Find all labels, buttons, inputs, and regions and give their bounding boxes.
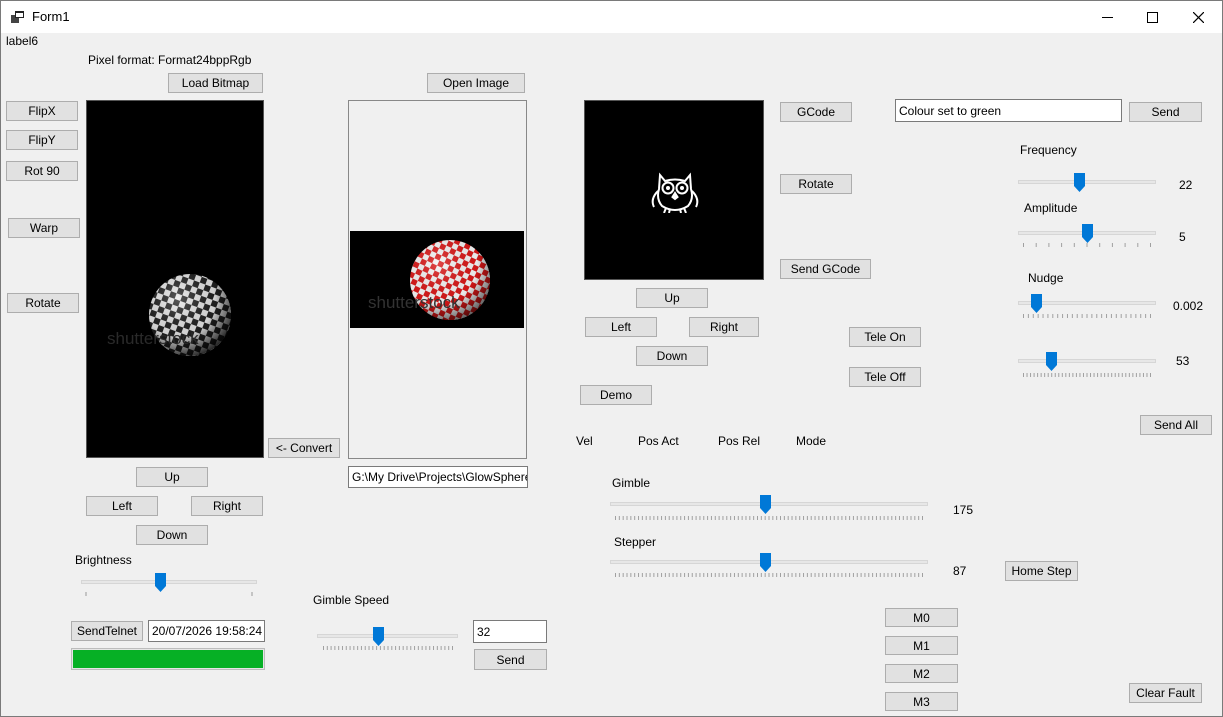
flipy-button[interactable]: FlipY xyxy=(6,130,78,150)
stepper-value: 87 xyxy=(953,564,967,578)
left-button-2[interactable]: Left xyxy=(585,317,657,337)
stepper-ticks xyxy=(615,573,923,577)
progress-bar xyxy=(71,648,265,670)
image-band: shutterstock xyxy=(350,231,524,328)
sendtelnet-button[interactable]: SendTelnet xyxy=(71,621,143,641)
tele-on-button[interactable]: Tele On xyxy=(849,327,921,347)
clear-fault-button[interactable]: Clear Fault xyxy=(1129,683,1202,703)
maximize-icon xyxy=(1146,11,1158,23)
vel-label: Vel xyxy=(576,434,593,448)
frequency-slider-thumb[interactable] xyxy=(1073,173,1085,192)
right-button-2[interactable]: Right xyxy=(689,317,759,337)
gimble-value: 175 xyxy=(953,503,974,517)
send-speed-button[interactable]: Send xyxy=(474,649,547,670)
m2-button[interactable]: M2 xyxy=(885,664,958,683)
rotate-gcode-button[interactable]: Rotate xyxy=(780,174,852,194)
down-button-2[interactable]: Down xyxy=(636,346,708,366)
amplitude-value: 5 xyxy=(1179,230,1186,244)
owl-icon xyxy=(651,172,699,213)
send-all-button[interactable]: Send All xyxy=(1140,415,1212,435)
gimble-speed-label: Gimble Speed xyxy=(313,593,390,607)
form1-window: Form1 label6 Pixel format: Format24bppRg… xyxy=(0,0,1223,717)
gcode-preview xyxy=(584,100,764,280)
nudge-ticks xyxy=(1023,314,1151,318)
stepper-label: Stepper xyxy=(614,535,657,549)
nudge-value: 0.002 xyxy=(1173,299,1204,313)
tele-off-button[interactable]: Tele Off xyxy=(849,367,921,387)
up-button[interactable]: Up xyxy=(136,467,208,487)
gimble-speed-track xyxy=(317,634,458,638)
m3-button[interactable]: M3 xyxy=(885,692,958,711)
home-step-button[interactable]: Home Step xyxy=(1005,561,1078,581)
demo-button[interactable]: Demo xyxy=(580,385,652,405)
brightness-label: Brightness xyxy=(75,553,132,567)
brightness-slider-thumb[interactable] xyxy=(155,573,167,592)
gcode-button[interactable]: GCode xyxy=(780,102,852,122)
m1-button[interactable]: M1 xyxy=(885,636,958,655)
pixel-format-label: Pixel format: Format24bppRgb xyxy=(88,53,252,67)
progress-fill xyxy=(73,650,263,668)
warp-button[interactable]: Warp xyxy=(8,218,80,238)
speed-value-textbox[interactable]: 32 xyxy=(473,620,547,643)
frequency-track xyxy=(1018,180,1156,184)
gimble-slider-thumb[interactable] xyxy=(760,495,772,514)
maximize-button[interactable] xyxy=(1129,1,1175,33)
m0-button[interactable]: M0 xyxy=(885,608,958,627)
close-button[interactable] xyxy=(1175,1,1221,33)
up-button-2[interactable]: Up xyxy=(636,288,708,308)
label6: label6 xyxy=(6,34,39,48)
frequency-label: Frequency xyxy=(1020,143,1077,157)
send-gcode-button[interactable]: Send GCode xyxy=(780,259,871,279)
stepper-slider-thumb[interactable] xyxy=(760,553,772,572)
send-colour-button[interactable]: Send xyxy=(1129,102,1202,122)
title-bar[interactable]: Form1 xyxy=(1,1,1222,33)
flipx-button[interactable]: FlipX xyxy=(6,101,78,121)
minimize-button[interactable] xyxy=(1084,1,1130,33)
extra-ticks xyxy=(1023,373,1151,377)
gimble-label: Gimble xyxy=(612,476,651,490)
load-bitmap-button[interactable]: Load Bitmap xyxy=(168,73,263,93)
nudge-label: Nudge xyxy=(1028,271,1064,285)
open-image-button[interactable]: Open Image xyxy=(427,73,525,93)
close-icon xyxy=(1192,11,1204,23)
gimble-speed-slider-thumb[interactable] xyxy=(372,627,384,646)
right-button[interactable]: Right xyxy=(191,496,263,516)
gimble-speed-ticks xyxy=(323,646,453,650)
datetime-textbox[interactable]: 20/07/2026 19:58:24 xyxy=(148,620,265,642)
brightness-track xyxy=(81,580,257,584)
form-icon xyxy=(11,11,24,23)
convert-button[interactable]: <- Convert xyxy=(268,438,340,458)
nudge-slider-thumb[interactable] xyxy=(1030,294,1042,313)
pos-act-label: Pos Act xyxy=(638,434,679,448)
minimize-icon xyxy=(1101,16,1113,18)
rotate-image-button[interactable]: Rotate xyxy=(7,293,79,313)
amplitude-ticks xyxy=(1023,243,1151,247)
path-textbox[interactable]: G:\My Drive\Projects\GlowSphere xyxy=(348,466,528,488)
left-button[interactable]: Left xyxy=(86,496,158,516)
down-button[interactable]: Down xyxy=(136,525,208,545)
colour-status-textbox[interactable]: Colour set to green xyxy=(895,99,1122,122)
bitmap-preview: shutterstock xyxy=(86,100,264,458)
extra-value: 53 xyxy=(1176,354,1190,368)
pos-rel-label: Pos Rel xyxy=(718,434,761,448)
watermark-text: shutterstock xyxy=(368,293,460,312)
extra-slider-thumb[interactable] xyxy=(1045,352,1057,371)
extra-track xyxy=(1018,359,1156,363)
window-title: Form1 xyxy=(32,9,70,24)
brightness-ticks xyxy=(85,592,253,596)
mode-label: Mode xyxy=(796,434,827,448)
watermark-text: shutterstock xyxy=(107,329,199,348)
frequency-value: 22 xyxy=(1179,178,1193,192)
gimble-ticks xyxy=(615,516,923,520)
red-checker-sphere: shutterstock xyxy=(368,240,490,320)
amplitude-slider-thumb[interactable] xyxy=(1081,224,1093,243)
image-preview: shutterstock xyxy=(348,100,527,459)
grey-checker-sphere: shutterstock xyxy=(107,274,231,356)
rot90-button[interactable]: Rot 90 xyxy=(6,161,78,181)
amplitude-label: Amplitude xyxy=(1024,201,1078,215)
